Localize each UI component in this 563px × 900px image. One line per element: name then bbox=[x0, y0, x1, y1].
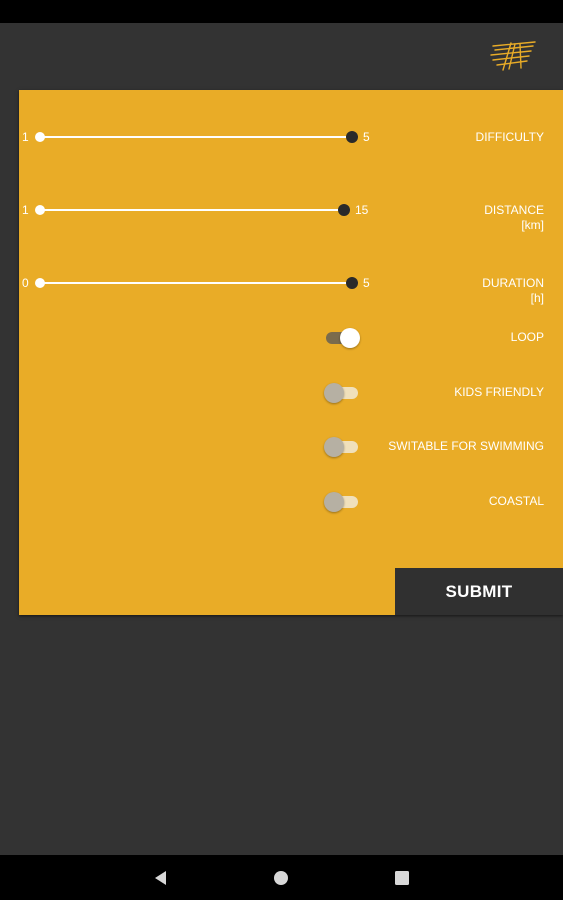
kids-friendly-switch-thumb bbox=[324, 383, 344, 403]
swimming-toggle-row: SWITABLE FOR SWIMMING bbox=[19, 435, 563, 465]
duration-label-text: DURATION bbox=[482, 276, 544, 290]
difficulty-label: DIFFICULTY bbox=[476, 130, 544, 145]
distance-min-value: 1 bbox=[22, 203, 29, 217]
status-bar bbox=[0, 0, 563, 23]
kids-friendly-switch[interactable] bbox=[324, 383, 360, 403]
difficulty-max-value: 5 bbox=[363, 130, 370, 144]
kids-friendly-label: KIDS FRIENDLY bbox=[454, 385, 544, 399]
difficulty-max-handle[interactable] bbox=[346, 131, 358, 143]
loop-label: LOOP bbox=[510, 330, 544, 344]
navigation-bar bbox=[0, 855, 563, 900]
loop-switch[interactable] bbox=[324, 328, 360, 348]
swimming-label: SWITABLE FOR SWIMMING bbox=[388, 439, 544, 453]
distance-slider-track[interactable] bbox=[40, 209, 344, 211]
distance-label-text: DISTANCE bbox=[484, 203, 544, 217]
home-circle-icon[interactable] bbox=[271, 868, 291, 888]
swimming-switch-thumb bbox=[324, 437, 344, 457]
difficulty-min-handle[interactable] bbox=[35, 132, 45, 142]
difficulty-slider-track[interactable] bbox=[40, 136, 352, 138]
duration-unit: [h] bbox=[530, 291, 544, 305]
duration-min-value: 0 bbox=[22, 276, 29, 290]
coastal-toggle-row: COASTAL bbox=[19, 490, 563, 520]
duration-max-value: 5 bbox=[363, 276, 370, 290]
back-triangle-icon[interactable] bbox=[151, 868, 171, 888]
difficulty-slider-row: 1 5 DIFFICULTY bbox=[19, 130, 563, 190]
difficulty-min-value: 1 bbox=[22, 130, 29, 144]
duration-label: DURATION [h] bbox=[482, 276, 544, 306]
app-logo-icon bbox=[490, 41, 536, 71]
filter-panel: 1 5 DIFFICULTY 1 15 DISTANCE [km] 0 5 DU… bbox=[19, 90, 563, 615]
distance-label: DISTANCE [km] bbox=[484, 203, 544, 233]
distance-max-handle[interactable] bbox=[338, 204, 350, 216]
distance-slider-row: 1 15 DISTANCE [km] bbox=[19, 203, 563, 263]
distance-max-value: 15 bbox=[355, 203, 369, 217]
distance-min-handle[interactable] bbox=[35, 205, 45, 215]
coastal-label: COASTAL bbox=[488, 494, 544, 508]
coastal-switch-thumb bbox=[324, 492, 344, 512]
recents-square-icon[interactable] bbox=[392, 868, 412, 888]
swimming-switch[interactable] bbox=[324, 437, 360, 457]
loop-toggle-row: LOOP bbox=[19, 326, 563, 356]
difficulty-label-text: DIFFICULTY bbox=[475, 130, 544, 144]
duration-max-handle[interactable] bbox=[346, 277, 358, 289]
submit-button[interactable]: SUBMIT bbox=[395, 568, 563, 615]
duration-min-handle[interactable] bbox=[35, 278, 45, 288]
distance-unit: [km] bbox=[521, 218, 544, 232]
kids-friendly-toggle-row: KIDS FRIENDLY bbox=[19, 381, 563, 411]
loop-switch-thumb bbox=[340, 328, 360, 348]
coastal-switch[interactable] bbox=[324, 492, 360, 512]
duration-slider-track[interactable] bbox=[40, 282, 352, 284]
